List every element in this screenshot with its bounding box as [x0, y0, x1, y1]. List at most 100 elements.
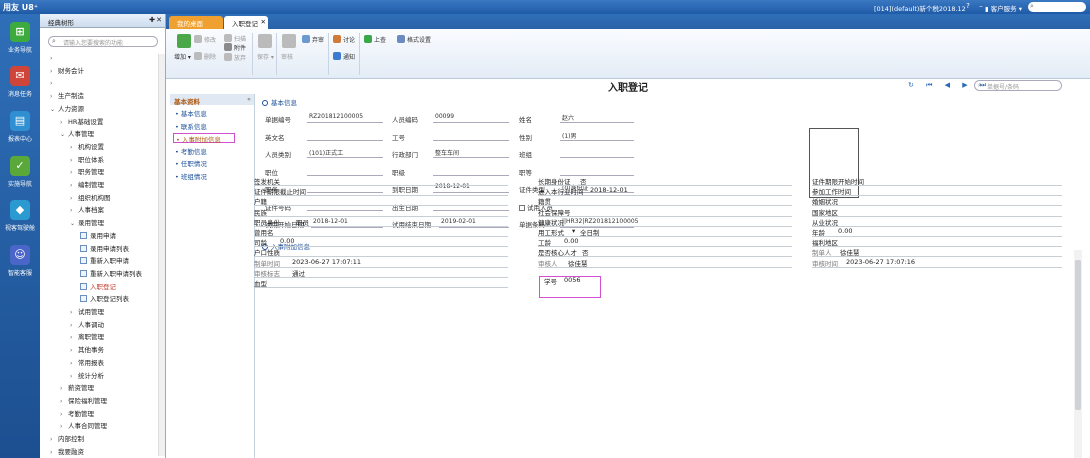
- scroll-thumb[interactable]: [1075, 260, 1081, 410]
- barcode-search-input[interactable]: ⌕: [1028, 2, 1086, 12]
- expand-icon[interactable]: ›: [70, 345, 78, 356]
- tree-node[interactable]: › 其他事务: [70, 345, 104, 356]
- tree-node[interactable]: 重新入职申请列表: [80, 269, 142, 280]
- format-settings-button[interactable]: 格式设置: [397, 35, 431, 44]
- tree-node[interactable]: › 常用报表: [70, 358, 104, 369]
- expand-icon[interactable]: ›: [70, 155, 78, 166]
- tree-node[interactable]: › 人事档案: [70, 205, 104, 216]
- nav-item[interactable]: ☺ 智能客服: [2, 245, 38, 277]
- tree-node[interactable]: › 考勤管理: [60, 409, 94, 420]
- side-item[interactable]: • 基本信息: [175, 108, 207, 118]
- expand-icon[interactable]: ›: [70, 307, 78, 318]
- tab-onboarding[interactable]: 入职登记 ✕: [224, 16, 268, 29]
- tab-desktop[interactable]: 我的桌面: [169, 16, 223, 29]
- nav-item[interactable]: ⊞ 业务导航: [2, 22, 38, 54]
- discuss-button[interactable]: 讨论: [333, 35, 355, 44]
- expand-icon[interactable]: ›: [50, 91, 58, 102]
- field-value[interactable]: [433, 131, 509, 141]
- field-value[interactable]: 00099: [433, 113, 509, 123]
- tree-node[interactable]: › 统计分析: [70, 371, 104, 382]
- expand-icon[interactable]: ›: [70, 167, 78, 178]
- audit-icon[interactable]: [282, 34, 296, 48]
- field-value[interactable]: 赵六: [560, 113, 634, 123]
- add-icon[interactable]: [177, 34, 191, 48]
- modify-button[interactable]: 修改: [194, 35, 216, 44]
- report-button[interactable]: 上查: [364, 35, 386, 44]
- audit-button[interactable]: 审核: [281, 52, 293, 61]
- expand-icon[interactable]: ⌄: [60, 129, 68, 140]
- tree-node[interactable]: › 生产制造: [50, 91, 84, 102]
- field-value[interactable]: [560, 166, 634, 176]
- expand-icon[interactable]: ›: [50, 53, 58, 64]
- tree-node[interactable]: › 薪资管理: [60, 383, 94, 394]
- field-value[interactable]: 整车车间: [433, 148, 509, 158]
- tree-node[interactable]: › 编制管理: [70, 180, 104, 191]
- side-item[interactable]: • 入事附加信息: [173, 133, 235, 144]
- side-item[interactable]: • 联系信息: [175, 121, 207, 131]
- nav-item[interactable]: ▤ 报表中心: [2, 111, 38, 143]
- nav-item[interactable]: ◆ 视客驾驶舱: [2, 200, 38, 232]
- field-value[interactable]: (1)男: [560, 131, 634, 141]
- expand-icon[interactable]: ›: [70, 205, 78, 216]
- extra-field-value[interactable]: 2018-12-01: [590, 186, 628, 194]
- expand-icon[interactable]: ›: [70, 332, 78, 343]
- expand-icon[interactable]: ›: [70, 320, 78, 331]
- expand-icon[interactable]: ›: [50, 434, 58, 445]
- side-item[interactable]: • 任职情况: [175, 158, 207, 168]
- extra-field-value[interactable]: 2023-06-27 17:07:16: [846, 258, 915, 266]
- field-value[interactable]: [560, 148, 634, 158]
- notify-button[interactable]: 通知: [333, 52, 355, 61]
- tree-node[interactable]: 入职登记列表: [80, 294, 129, 305]
- expand-icon[interactable]: ›: [70, 358, 78, 369]
- field-value[interactable]: [433, 166, 509, 176]
- tree-node[interactable]: › 我要融资: [50, 447, 84, 458]
- tree-node[interactable]: 入职登记: [80, 282, 116, 293]
- field-value[interactable]: (101)正式工: [307, 148, 383, 158]
- expand-icon[interactable]: ›: [50, 66, 58, 77]
- expand-icon[interactable]: ⌄: [50, 104, 58, 115]
- dropdown-icon[interactable]: ▾: [572, 227, 575, 235]
- nav-item[interactable]: ✓ 实施导航: [2, 156, 38, 188]
- expand-icon[interactable]: ›: [70, 371, 78, 382]
- close-icon[interactable]: ✕: [156, 16, 162, 24]
- extra-field-value[interactable]: 0.00: [564, 237, 578, 245]
- tree-node[interactable]: › 试用管理: [70, 307, 104, 318]
- extra-field-value[interactable]: 0.00: [838, 227, 852, 235]
- doc-search-input[interactable]: ⌕ 单据号/条码: [974, 80, 1062, 91]
- add-button[interactable]: 增加 ▾: [174, 52, 191, 61]
- tree-node[interactable]: › 职务管理: [70, 167, 104, 178]
- tree-node[interactable]: 重新入职申请: [80, 256, 129, 267]
- tree-node[interactable]: › 人事调动: [70, 320, 104, 331]
- tree-node[interactable]: 录用申请: [80, 231, 116, 242]
- tree-search-input[interactable]: ⌕ 请输入您要搜索的功能: [48, 36, 158, 47]
- approve-button[interactable]: 弃审: [302, 35, 324, 44]
- nav-item[interactable]: ✉ 消息任务: [2, 66, 38, 98]
- expand-icon[interactable]: ›: [60, 383, 68, 394]
- close-tab-icon[interactable]: ✕: [261, 18, 266, 26]
- tree-node[interactable]: ›: [50, 53, 58, 64]
- expand-icon[interactable]: ›: [60, 396, 68, 407]
- tree-node[interactable]: › 职位体系: [70, 155, 104, 166]
- tree-node[interactable]: › HR基础设置: [60, 117, 103, 128]
- scan-button[interactable]: 扫描: [224, 34, 246, 43]
- extra-field-value[interactable]: 0.00: [280, 237, 294, 245]
- tree-node[interactable]: › 组织机构图: [70, 193, 111, 204]
- account-info[interactable]: [014](default)新个税2018.12: [874, 3, 966, 13]
- tree-node[interactable]: › 离职管理: [70, 332, 104, 343]
- section-basic-info[interactable]: 基本信息: [262, 97, 297, 107]
- expand-icon[interactable]: ›: [60, 421, 68, 432]
- attach-button[interactable]: 附件: [224, 43, 246, 52]
- expand-icon[interactable]: ›: [60, 409, 68, 420]
- extra-field-value[interactable]: 2023-06-27 17:07:11: [292, 258, 361, 266]
- tree-scrollbar[interactable]: [158, 54, 165, 456]
- discard-button[interactable]: 放弃: [224, 53, 246, 62]
- expand-icon[interactable]: ›: [50, 447, 58, 458]
- expand-icon[interactable]: ›: [50, 78, 58, 89]
- save-button[interactable]: 保存 ▾: [257, 52, 274, 61]
- expand-icon[interactable]: ›: [60, 117, 68, 128]
- expand-icon[interactable]: ›: [70, 180, 78, 191]
- expand-icon[interactable]: ⌄: [70, 218, 78, 229]
- tree-node[interactable]: › 财务会计: [50, 66, 84, 77]
- tree-node[interactable]: › 人事合同管理: [60, 421, 107, 432]
- help-icon[interactable]: ?: [963, 2, 973, 11]
